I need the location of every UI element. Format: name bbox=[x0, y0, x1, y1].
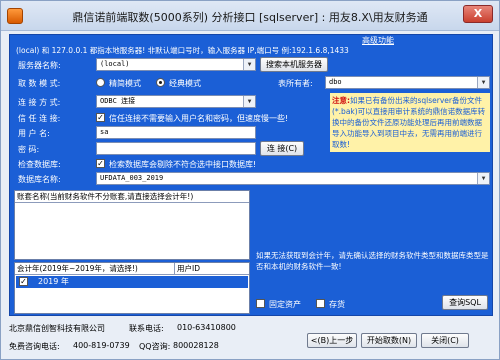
footer-company: 北京鼎信创智科技有限公司 bbox=[9, 324, 105, 333]
chevron-down-icon[interactable]: ▼ bbox=[477, 77, 489, 88]
conn-type-value: ODBC 连接 bbox=[100, 97, 136, 105]
footer-hotline-label: 免费咨询电话: bbox=[9, 342, 60, 351]
db-name-combobox[interactable]: UFDATA_003_2019 ▼ bbox=[96, 172, 490, 185]
fixed-assets-label: 固定资产 bbox=[269, 300, 301, 309]
inventory-label: 存货 bbox=[329, 300, 345, 309]
chevron-down-icon[interactable]: ▼ bbox=[243, 96, 255, 107]
footer-phone-label: 联系电话: bbox=[129, 324, 164, 333]
fixed-assets-checkbox[interactable] bbox=[256, 299, 265, 308]
check-db-checkbox[interactable]: ✓ bbox=[96, 159, 105, 168]
connection-info-text: (local) 和 127.0.0.1 都指本地服务器! 非默认端口号时，输入服… bbox=[16, 46, 349, 55]
owner-combobox[interactable]: dbo ▼ bbox=[325, 76, 490, 89]
password-input[interactable] bbox=[96, 142, 256, 155]
db-name-label: 数据库名称: bbox=[18, 175, 61, 184]
inventory-checkbox[interactable] bbox=[316, 299, 325, 308]
search-server-button[interactable]: 搜索本机服务器 bbox=[260, 57, 328, 72]
conn-type-label: 连 接 方 式: bbox=[18, 98, 61, 107]
start-extract-button[interactable]: 开始取数(N) bbox=[361, 333, 417, 348]
window-title: 鼎信诺前端取数(5000系列) 分析接口 [sqlserver] : 用友8.X… bbox=[72, 11, 428, 24]
connection-panel: 高级功能 (local) 和 127.0.0.1 都指本地服务器! 非默认端口号… bbox=[9, 34, 493, 316]
year-list[interactable]: 会计年(2019年~2019年，请选择!) 用户ID ✓ 2019 年 bbox=[14, 262, 250, 314]
year-list-header-year: 会计年(2019年~2019年，请选择!) bbox=[15, 263, 175, 275]
trust-text: 信任连接不需要输入用户名和密码，但速度慢一些! bbox=[109, 114, 289, 123]
year-list-header-user: 用户ID bbox=[175, 263, 249, 275]
mode-label: 取 数 模 式: bbox=[18, 79, 61, 88]
server-value: (local) bbox=[100, 60, 130, 68]
year-row[interactable]: ✓ 2019 年 bbox=[16, 276, 248, 288]
mode-simple-label: 精简模式 bbox=[109, 79, 141, 88]
trust-label: 信 任 连 接: bbox=[18, 114, 61, 123]
note-body: 如果已有备份出来的sqlserver备份文件(*.bak)可以直接用审计系统的鼎… bbox=[332, 96, 486, 149]
mode-classic-label: 经典模式 bbox=[169, 79, 201, 88]
server-combobox[interactable]: (local) ▼ bbox=[96, 58, 256, 71]
owner-value: dbo bbox=[329, 78, 342, 86]
prev-step-button[interactable]: <(B)上一步 bbox=[307, 333, 357, 348]
app-window: 鼎信诺前端取数(5000系列) 分析接口 [sqlserver] : 用友8.X… bbox=[0, 0, 500, 360]
trust-checkbox[interactable]: ✓ bbox=[96, 113, 105, 122]
note-box: 注意:如果已有备份出来的sqlserver备份文件(*.bak)可以直接用审计系… bbox=[330, 93, 490, 152]
year-row-checkbox[interactable]: ✓ bbox=[19, 277, 28, 286]
footer-qq: 800028128 bbox=[173, 341, 219, 350]
check-db-label: 检查数据库: bbox=[18, 160, 61, 169]
mode-simple-radio[interactable] bbox=[96, 78, 105, 87]
chevron-down-icon[interactable]: ▼ bbox=[243, 59, 255, 70]
user-input[interactable]: sa bbox=[96, 126, 256, 139]
chevron-down-icon[interactable]: ▼ bbox=[477, 173, 489, 184]
connect-button[interactable]: 连 接(C) bbox=[260, 141, 304, 156]
footer-hotline: 400-819-0739 bbox=[73, 341, 130, 350]
title-bar[interactable]: 鼎信诺前端取数(5000系列) 分析接口 [sqlserver] : 用友8.X… bbox=[1, 1, 499, 31]
check-db-text: 检索数据库会剔除不符合选中接口数据库! bbox=[109, 160, 257, 169]
mode-classic-radio[interactable] bbox=[156, 78, 165, 87]
owner-label: 表所有者: bbox=[278, 79, 313, 88]
server-label: 服务器名称: bbox=[18, 61, 61, 70]
close-button[interactable]: 关闭(C) bbox=[421, 333, 469, 348]
advanced-features-link[interactable]: 高级功能 bbox=[362, 35, 394, 46]
footer-qq-label: QQ咨询: bbox=[139, 342, 171, 351]
account-list[interactable]: 账套名称(当前财务软件不分账套,请直接选择会计年!) bbox=[14, 190, 250, 260]
footer-bar: 北京鼎信创智科技有限公司 联系电话: 010-63410800 免费咨询电话: … bbox=[1, 319, 499, 359]
query-sql-button[interactable]: 查询SQL bbox=[442, 295, 488, 310]
conn-type-combobox[interactable]: ODBC 连接 ▼ bbox=[96, 95, 256, 108]
footer-phone: 010-63410800 bbox=[177, 323, 236, 332]
close-window-button[interactable]: X bbox=[463, 5, 493, 23]
year-row-label: 2019 年 bbox=[38, 277, 69, 286]
note-title: 注意: bbox=[332, 96, 350, 105]
year-hint-text: 如果无法获取到会计年，请先确认选择的财务软件类型和数据库类型是否和本机的财务软件… bbox=[256, 251, 489, 271]
user-label: 用 户 名: bbox=[18, 129, 50, 138]
db-name-value: UFDATA_003_2019 bbox=[100, 174, 164, 182]
password-label: 密 码: bbox=[18, 145, 40, 154]
account-list-header: 账套名称(当前财务软件不分账套,请直接选择会计年!) bbox=[15, 191, 249, 203]
